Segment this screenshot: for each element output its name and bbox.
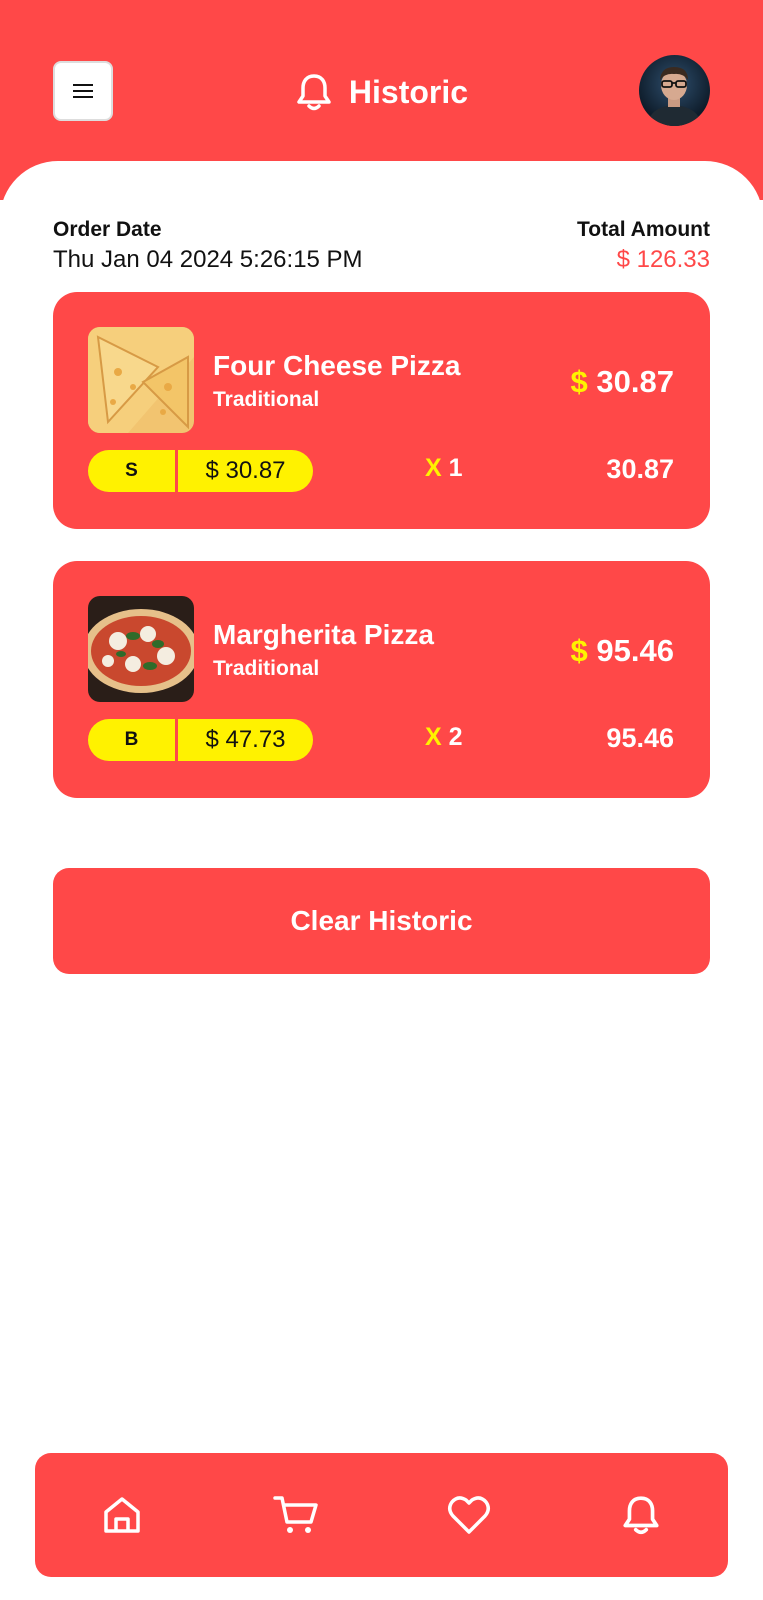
bell-icon — [297, 74, 331, 111]
unit-price: $ 47.73 — [205, 726, 286, 753]
quantity-value: 2 — [448, 723, 463, 751]
currency-symbol: $ — [570, 633, 588, 668]
quantity-x: X — [425, 723, 442, 751]
item-type: Traditional — [213, 388, 320, 411]
quantity: X 2 — [425, 723, 463, 752]
unit-price: $ 30.87 — [205, 457, 286, 484]
currency-symbol: $ — [570, 364, 588, 399]
user-avatar[interactable] — [639, 55, 710, 126]
home-icon — [104, 1497, 140, 1533]
quantity: X 1 — [425, 454, 463, 483]
item-price: $ 30.87 — [571, 364, 674, 400]
order-date-value: Thu Jan 04 2024 5:26:15 PM — [53, 246, 363, 273]
order-item-card[interactable]: Four Cheese Pizza Traditional $ 30.87 S … — [53, 292, 710, 529]
item-price-value: 95.46 — [596, 633, 674, 668]
line-total: 30.87 — [606, 454, 674, 484]
clear-historic-button[interactable]: Clear Historic — [53, 868, 710, 974]
nav-favorites[interactable] — [445, 1491, 493, 1539]
heart-icon — [448, 1496, 490, 1534]
size-price-pill: S $ 30.87 — [88, 450, 313, 492]
bottom-nav — [35, 1453, 728, 1577]
nav-cart[interactable] — [272, 1491, 320, 1539]
item-type: Traditional — [213, 657, 320, 680]
size-label: S — [88, 450, 178, 492]
item-price: $ 95.46 — [571, 633, 674, 669]
nav-home[interactable] — [98, 1491, 146, 1539]
line-total: 95.46 — [606, 723, 674, 753]
size-price-pill: B $ 47.73 — [88, 719, 313, 761]
total-amount-label: Total Amount — [577, 218, 710, 241]
avatar-image — [647, 67, 702, 126]
item-name: Margherita Pizza — [213, 619, 434, 650]
order-item-card[interactable]: Margherita Pizza Traditional $ 95.46 B $… — [53, 561, 710, 798]
quantity-x: X — [425, 454, 442, 482]
total-amount-value: $ 126.33 — [616, 246, 710, 273]
margherita-pizza-image — [88, 596, 194, 702]
bell-icon — [623, 1496, 659, 1535]
nav-historic[interactable] — [617, 1491, 665, 1539]
quantity-value: 1 — [448, 454, 463, 482]
order-date-label: Order Date — [53, 218, 162, 241]
cart-icon — [273, 1496, 318, 1533]
four-cheese-pizza-image — [88, 327, 194, 433]
item-price-value: 30.87 — [596, 364, 674, 399]
size-label: B — [88, 719, 178, 761]
page-title: Historic — [348, 73, 469, 110]
item-name: Four Cheese Pizza — [213, 350, 461, 381]
